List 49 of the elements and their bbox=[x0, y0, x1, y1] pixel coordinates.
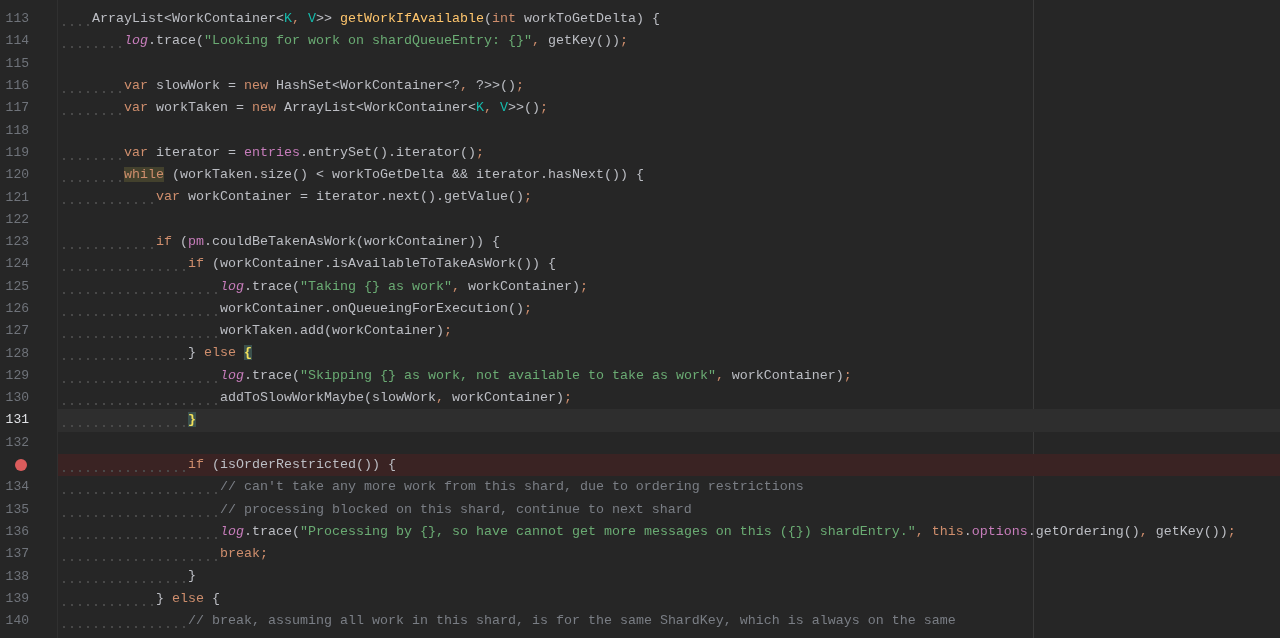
code-line: } else { bbox=[60, 587, 220, 610]
line-number: 115 bbox=[4, 54, 29, 73]
code-line: // can't take any more work from this shard, due to ordering restrictions bbox=[60, 476, 804, 499]
code-line: // processing blocked on this shard, continue to next shard bbox=[60, 498, 692, 521]
line-number: 132 bbox=[4, 433, 29, 452]
code-line: var iterator = entries.entrySet().iterator(); bbox=[60, 141, 484, 165]
line-number: 117 bbox=[4, 99, 29, 118]
code-line: ArrayList<WorkContainer<K, V>> getWorkIfAvailable(int workToGetDelta) { bbox=[60, 8, 660, 31]
code-line: workTaken.add(workContainer); bbox=[60, 320, 452, 343]
code-line: log.trace("Processing by {}, so have cannot get more messages on this ({}) shardEntry.", this.options.getOrdering(), getKey()); bbox=[60, 520, 1236, 544]
code-line: // break, assuming all work in this shard, is for the same ShardKey, which is always on the same bbox=[60, 610, 956, 633]
code-line: if (isOrderRestricted()) { bbox=[60, 453, 396, 477]
code-line: log.trace("Skipping {} as work, not available to take as work", workContainer); bbox=[60, 364, 852, 388]
line-number: 127 bbox=[4, 322, 29, 341]
line-number: 129 bbox=[4, 366, 29, 385]
code-line: if (pm.couldBeTakenAsWork(workContainer)) { bbox=[60, 230, 500, 254]
code-line: while (workTaken.size() < workToGetDelta && iterator.hasNext()) { bbox=[60, 164, 644, 187]
line-number: 138 bbox=[4, 567, 29, 586]
line-number: 135 bbox=[4, 500, 29, 519]
code-line: log.trace("Taking {} as work", workContainer); bbox=[60, 275, 588, 298]
code-line: var workContainer = iterator.next().getValue(); bbox=[60, 186, 532, 209]
line-number: 140 bbox=[4, 612, 29, 631]
line-number: 116 bbox=[4, 77, 29, 96]
line-number: 126 bbox=[4, 300, 29, 318]
code-line: } else { bbox=[60, 342, 252, 365]
line-number: 131 bbox=[4, 411, 29, 430]
code-line: if (workContainer.isAvailableToTakeAsWork()) { bbox=[60, 253, 556, 276]
line-number: 119 bbox=[4, 143, 29, 162]
line-number: 136 bbox=[4, 522, 29, 541]
breakpoint-icon[interactable] bbox=[15, 459, 27, 472]
line-number: 128 bbox=[4, 344, 29, 363]
code-line: var workTaken = new ArrayList<WorkContainer<K, V>>(); bbox=[60, 97, 548, 120]
line-number: 118 bbox=[4, 121, 29, 140]
line-number: 134 bbox=[4, 478, 29, 497]
line-number: 121 bbox=[4, 188, 29, 207]
code-line: var slowWork = new HashSet<WorkContainer<?, ?>>(); bbox=[60, 74, 524, 98]
line-number: 120 bbox=[4, 166, 29, 185]
code-line: workContainer.onQueueingForExecution(); bbox=[60, 297, 532, 321]
line-number: 124 bbox=[4, 255, 29, 274]
line-number: 123 bbox=[4, 233, 29, 252]
line-number: 137 bbox=[4, 545, 29, 564]
line-number: 125 bbox=[4, 277, 29, 296]
line-number: 122 bbox=[4, 210, 29, 229]
line-number: 130 bbox=[4, 389, 29, 408]
line-number: 114 bbox=[4, 32, 29, 51]
code-line: addToSlowWorkMaybe(slowWork, workContainer); bbox=[60, 387, 572, 410]
line-number: 139 bbox=[4, 589, 29, 608]
code-line: log.trace("Looking for work on shardQueueEntry: {}", getKey()); bbox=[60, 30, 628, 53]
line-number: 113 bbox=[4, 10, 29, 29]
